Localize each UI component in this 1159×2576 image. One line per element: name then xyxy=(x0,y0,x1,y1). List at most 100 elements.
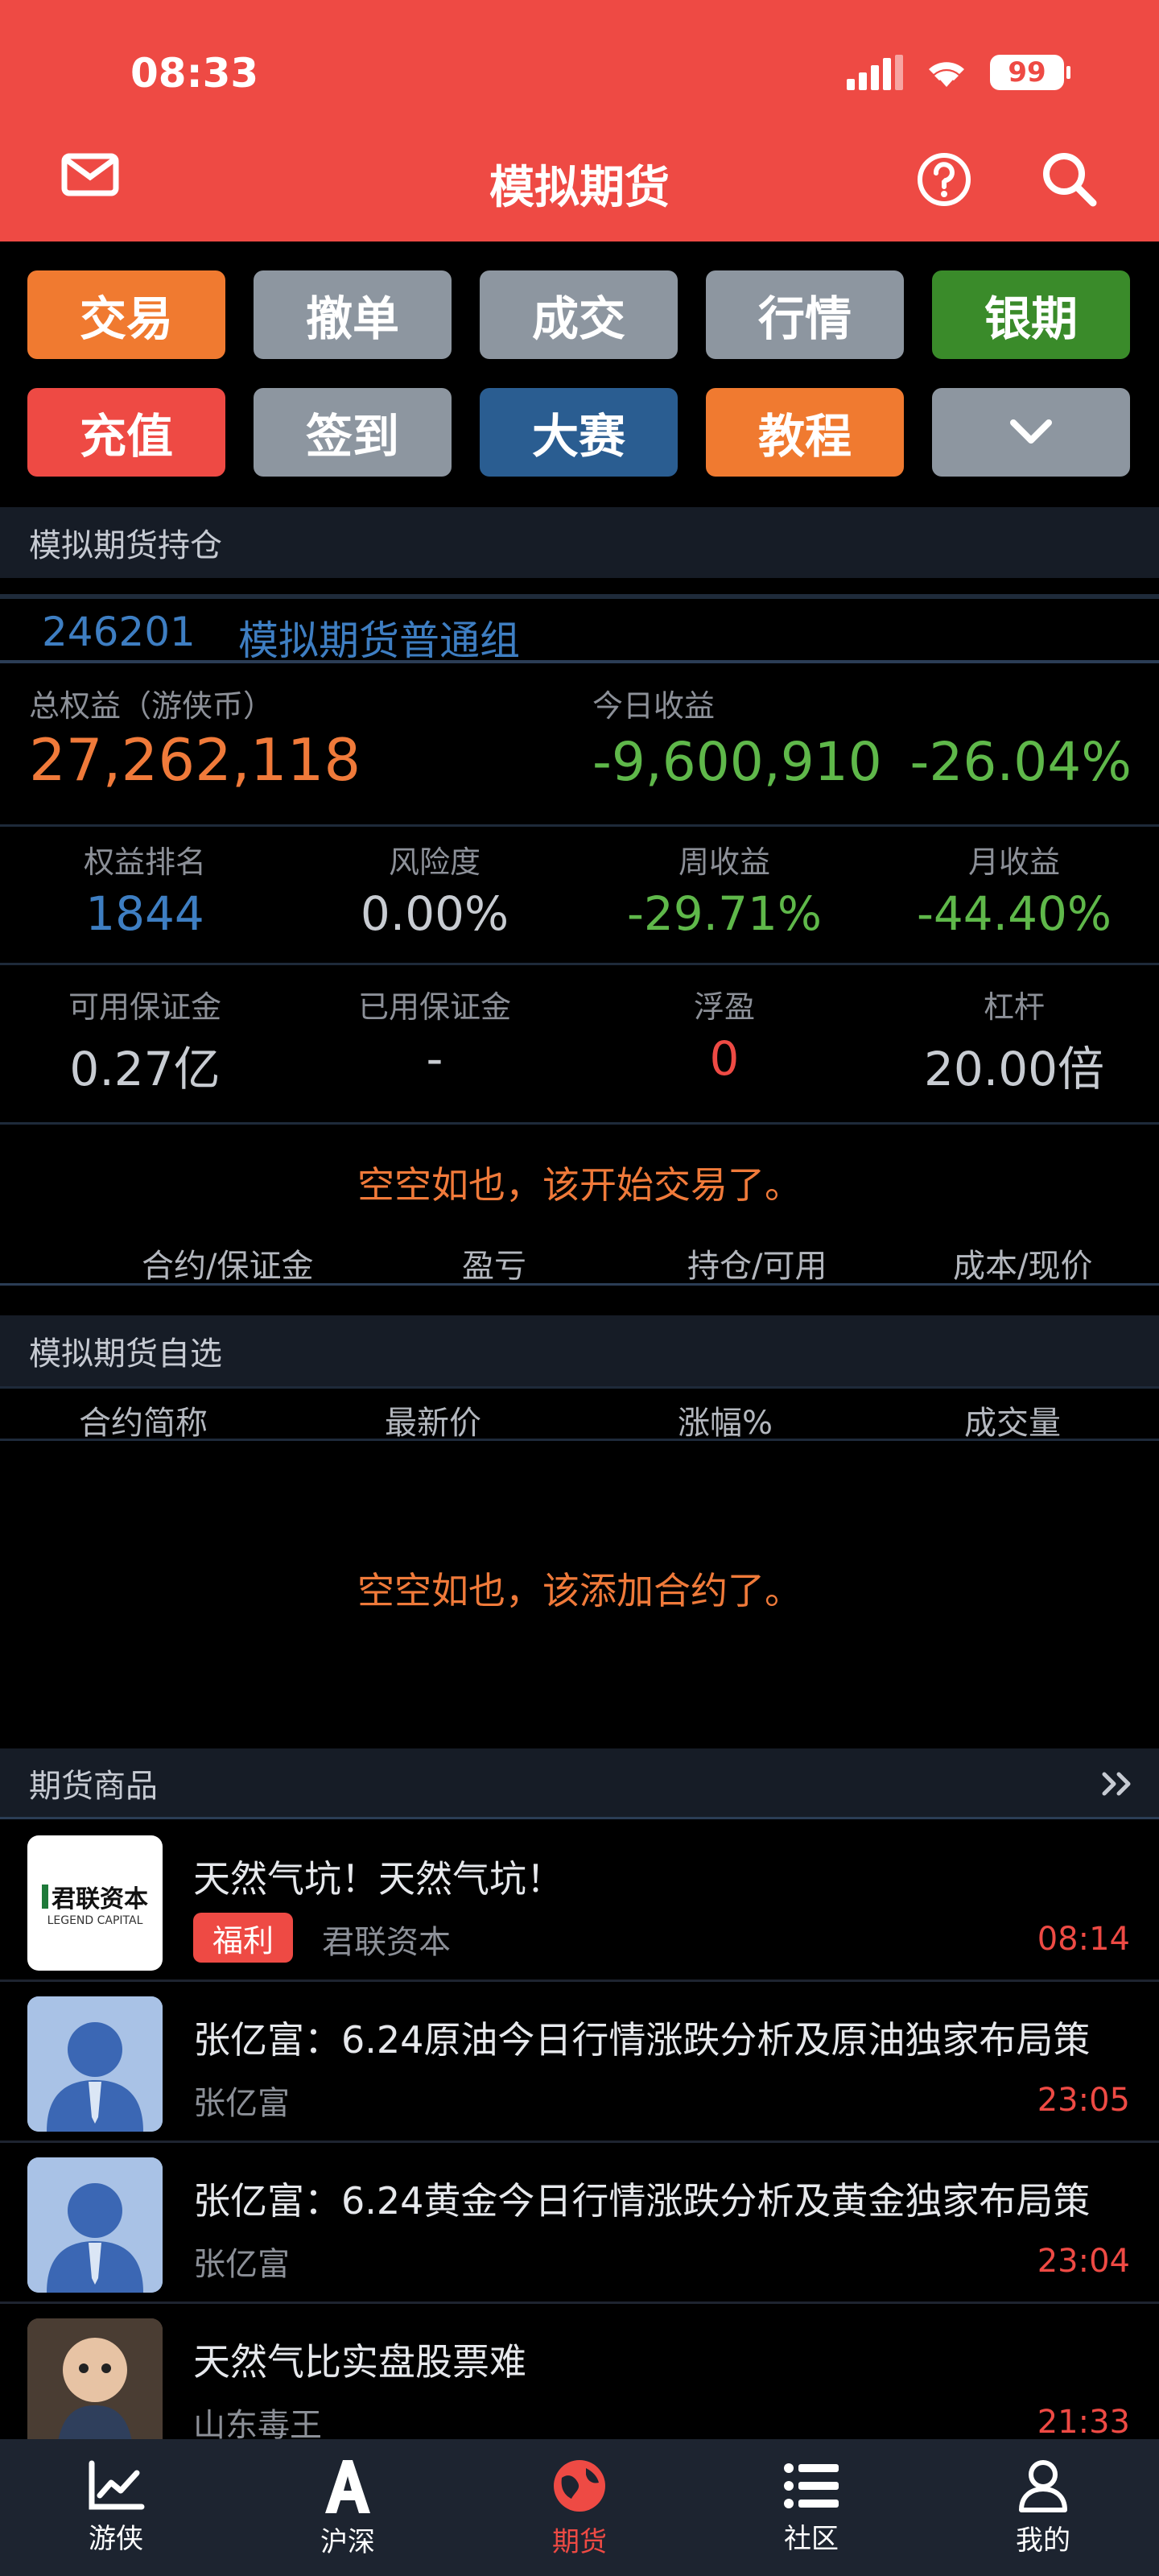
quotes-button[interactable]: 行情 xyxy=(706,270,904,359)
stat-value: - xyxy=(426,1031,443,1086)
stat-floating-profit: 浮盈 0 xyxy=(580,982,869,1086)
deals-button[interactable]: 成交 xyxy=(480,270,678,359)
news-item[interactable]: 君联资本 LEGEND CAPITAL 天然气坑！天然气坑！ 福利 君联资本 0… xyxy=(0,1821,1159,1982)
news-time: 23:05 xyxy=(1037,2082,1130,2119)
action-grid: 交易 撤单 成交 行情 银期 充值 签到 大赛 教程 xyxy=(27,270,1132,477)
signal-icon xyxy=(847,55,903,90)
news-source: 张亿富 xyxy=(193,2085,290,2122)
stat-rank: 权益排名 1844 xyxy=(0,837,290,941)
nav-mine[interactable]: 我的 xyxy=(927,2439,1159,2576)
section-title: 期货商品 xyxy=(29,1767,158,1805)
search-icon[interactable] xyxy=(1040,150,1098,208)
nav-community[interactable]: 社区 xyxy=(695,2439,927,2576)
welfare-badge: 福利 xyxy=(193,1913,294,1963)
news-item[interactable]: 天然气比实盘股票难 山东毒王 21:33 xyxy=(0,2304,1159,2439)
news-title: 天然气坑！天然气坑！ xyxy=(193,1857,563,1901)
watchlist-columns: 合约简称 最新价 涨幅% 成交量 xyxy=(0,1386,1159,1442)
watchlist-section-header: 模拟期货自选 xyxy=(0,1315,1159,1386)
status-icons: 99 xyxy=(847,55,1070,90)
app-header: 08:33 99 模拟期货 xyxy=(0,0,1159,242)
stat-label: 风险度 xyxy=(388,844,481,880)
today-profit-value: -9,600,910 xyxy=(592,731,882,793)
account-group-row[interactable]: 246201 模拟期货普通组 xyxy=(0,594,1159,664)
column-header: 成交量 xyxy=(964,1405,1061,1442)
stat-value: 20.00倍 xyxy=(923,1042,1105,1096)
stat-weekly: 周收益 -29.71% xyxy=(580,837,869,941)
stat-value: 1844 xyxy=(85,886,204,941)
nav-futures[interactable]: 期货 xyxy=(464,2439,695,2576)
globe-icon xyxy=(554,2459,605,2512)
expand-button[interactable] xyxy=(932,388,1130,477)
nav-youxia[interactable]: 游侠 xyxy=(0,2439,232,2576)
stat-label: 杠杆 xyxy=(983,989,1045,1025)
divider xyxy=(0,1283,1159,1286)
column-header: 合约/保证金 xyxy=(142,1248,314,1285)
logo-text: 君联资本 xyxy=(52,1885,148,1913)
status-time: 08:33 xyxy=(130,50,259,97)
person-icon xyxy=(1019,2459,1067,2512)
group-name: 模拟期货普通组 xyxy=(238,617,520,664)
list-icon xyxy=(784,2462,839,2508)
recharge-button[interactable]: 充值 xyxy=(27,388,225,477)
divider xyxy=(0,824,1159,827)
column-header: 持仓/可用 xyxy=(687,1248,827,1285)
avatar xyxy=(27,2157,163,2293)
column-header: 成本/现价 xyxy=(953,1248,1093,1285)
stat-label: 周收益 xyxy=(678,844,770,880)
nav-hushen[interactable]: 沪深 xyxy=(232,2439,464,2576)
total-equity-value: 27,262,118 xyxy=(29,726,361,794)
column-header: 盈亏 xyxy=(462,1248,526,1285)
logo-mark xyxy=(42,1885,48,1909)
stat-value: 0.27亿 xyxy=(69,1042,221,1096)
section-title: 模拟期货自选 xyxy=(29,1335,222,1373)
news-thumbnail: 君联资本 LEGEND CAPITAL xyxy=(27,1835,163,1971)
stat-value: -29.71% xyxy=(626,886,823,941)
help-icon[interactable] xyxy=(916,151,972,208)
bottom-navigation: 游侠 沪深 期货 社区 我的 xyxy=(0,2439,1159,2576)
tutorial-button[interactable]: 教程 xyxy=(706,388,904,477)
news-time: 23:04 xyxy=(1037,2243,1130,2280)
nav-label: 社区 xyxy=(784,2522,839,2555)
stat-label: 月收益 xyxy=(967,844,1060,880)
today-profit-percent: -26.04% xyxy=(909,731,1132,793)
group-id: 246201 xyxy=(42,609,196,655)
divider xyxy=(0,963,1159,965)
stat-value: 0.00% xyxy=(360,886,509,941)
column-header: 合约简称 xyxy=(79,1405,208,1442)
news-item[interactable]: 张亿富：6.24原油今日行情涨跌分析及原油独家布局策 张亿富 23:05 xyxy=(0,1982,1159,2143)
logo-subtext: LEGEND CAPITAL xyxy=(47,1914,143,1927)
page-title: 模拟期货 xyxy=(489,162,670,214)
cartoon-avatar-icon xyxy=(27,2318,163,2439)
news-item[interactable]: 张亿富：6.24黄金今日行情涨跌分析及黄金独家布局策 张亿富 23:04 xyxy=(0,2143,1159,2304)
nav-label: 游侠 xyxy=(89,2522,143,2555)
divider xyxy=(0,1122,1159,1125)
bank-futures-button[interactable]: 银期 xyxy=(932,270,1130,359)
avatar xyxy=(27,2318,163,2439)
positions-section-header: 模拟期货持仓 xyxy=(0,507,1159,578)
stat-label: 浮盈 xyxy=(693,989,755,1025)
column-header: 涨幅% xyxy=(678,1405,773,1442)
news-source: 君联资本 xyxy=(322,1924,451,1961)
stat-label: 可用保证金 xyxy=(68,989,221,1025)
positions-empty-message: 空空如也，该开始交易了。 xyxy=(357,1163,802,1207)
news-source: 山东毒王 xyxy=(193,2407,322,2439)
stat-label: 权益排名 xyxy=(83,844,206,880)
cancel-order-button[interactable]: 撤单 xyxy=(254,270,452,359)
chart-trend-icon xyxy=(89,2460,145,2509)
stat-risk: 风险度 0.00% xyxy=(290,837,580,941)
trade-button[interactable]: 交易 xyxy=(27,270,225,359)
checkin-button[interactable]: 签到 xyxy=(254,388,452,477)
double-chevron-right-icon[interactable] xyxy=(1101,1771,1133,1797)
watchlist-empty-message: 空空如也，该添加合约了。 xyxy=(357,1569,802,1612)
news-section-header: 期货商品 xyxy=(0,1748,1159,1819)
letter-a-icon xyxy=(325,2459,370,2513)
battery-indicator: 99 xyxy=(990,55,1070,90)
stat-monthly: 月收益 -44.40% xyxy=(869,837,1159,941)
news-title: 张亿富：6.24原油今日行情涨跌分析及原油独家布局策 xyxy=(193,2018,1091,2062)
column-header: 最新价 xyxy=(385,1405,481,1442)
contest-button[interactable]: 大赛 xyxy=(480,388,678,477)
total-equity-label: 总权益（游侠币） xyxy=(29,688,274,724)
nav-label: 我的 xyxy=(1016,2524,1070,2557)
stat-leverage: 杠杆 20.00倍 xyxy=(869,982,1159,1099)
stat-available-margin: 可用保证金 0.27亿 xyxy=(0,982,290,1099)
